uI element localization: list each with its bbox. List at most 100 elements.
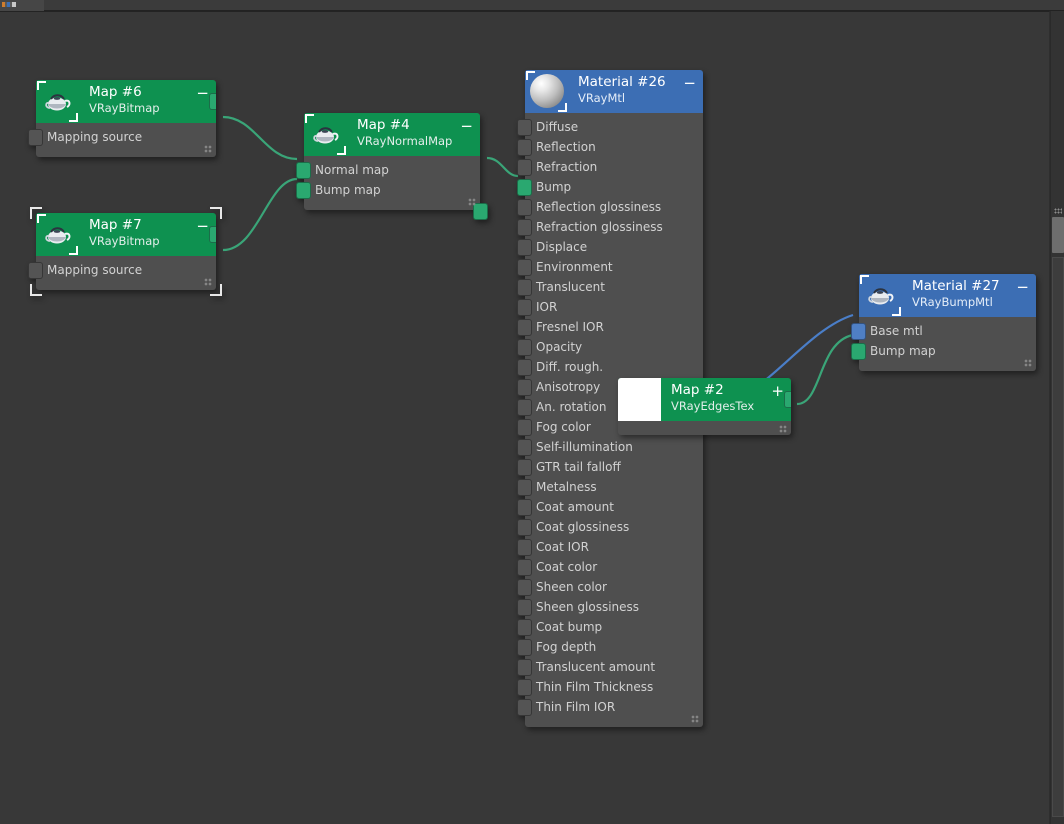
- slot-coat-glossiness[interactable]: Coat glossiness: [517, 517, 703, 537]
- node-map-4[interactable]: Map #4 VRayNormalMap − Normal map Bump m…: [296, 113, 488, 220]
- slot-thin-film-thickness[interactable]: Thin Film Thickness: [517, 677, 703, 697]
- slot-thin-film-ior[interactable]: Thin Film IOR: [517, 697, 703, 717]
- resize-handle[interactable]: [691, 715, 699, 723]
- socket-in[interactable]: [517, 518, 532, 536]
- slot-translucent-amount[interactable]: Translucent amount: [517, 657, 703, 677]
- slot-ior[interactable]: IOR: [517, 297, 703, 317]
- teapot-icon[interactable]: [304, 113, 347, 156]
- teapot-icon[interactable]: [36, 80, 79, 123]
- resize-handle[interactable]: [468, 198, 476, 206]
- slot-self-illumination[interactable]: Self-illumination: [517, 437, 703, 457]
- node-map-6[interactable]: Map #6 VRayBitmap − Mapping source: [28, 80, 216, 157]
- socket-in[interactable]: [517, 458, 532, 476]
- slot-bump-map[interactable]: Bump map: [296, 180, 488, 220]
- slot-refraction[interactable]: Refraction: [517, 157, 703, 177]
- slot-environment[interactable]: Environment: [517, 257, 703, 277]
- socket-out[interactable]: [784, 391, 791, 408]
- vertical-scrollbar[interactable]: [1050, 11, 1064, 824]
- socket-in[interactable]: [517, 638, 532, 656]
- slot-reflection[interactable]: Reflection: [517, 137, 703, 157]
- socket-in[interactable]: [517, 538, 532, 556]
- socket-in-connected[interactable]: [296, 181, 311, 199]
- socket-in[interactable]: [517, 138, 532, 156]
- resize-handle[interactable]: [204, 278, 212, 286]
- socket-in[interactable]: [517, 418, 532, 436]
- node-header[interactable]: Map #4 VRayNormalMap −: [304, 113, 480, 156]
- socket-in[interactable]: [517, 678, 532, 696]
- slot-coat-ior[interactable]: Coat IOR: [517, 537, 703, 557]
- slot-bump[interactable]: Bump: [517, 177, 703, 197]
- white-swatch-icon[interactable]: [618, 378, 661, 421]
- socket-in[interactable]: [517, 118, 532, 136]
- resize-handle[interactable]: [779, 425, 787, 433]
- socket-in[interactable]: [517, 498, 532, 516]
- slot-coat-bump[interactable]: Coat bump: [517, 617, 703, 637]
- socket-in[interactable]: [517, 698, 532, 716]
- socket-in[interactable]: [517, 358, 532, 376]
- socket-in[interactable]: [517, 438, 532, 456]
- teapot-icon[interactable]: [859, 274, 902, 317]
- socket-in[interactable]: [517, 658, 532, 676]
- resize-handle[interactable]: [204, 145, 212, 153]
- slot-coat-amount[interactable]: Coat amount: [517, 497, 703, 517]
- scrollbar-track[interactable]: [1052, 257, 1064, 817]
- socket-in-connected[interactable]: [517, 178, 532, 196]
- node-header[interactable]: Material #27 VRayBumpMtl −: [859, 274, 1036, 317]
- node-header[interactable]: Material #26 VRayMtl −: [525, 70, 703, 113]
- collapse-button[interactable]: −: [458, 113, 480, 156]
- slot-mapping-source[interactable]: Mapping source: [28, 260, 216, 280]
- socket-in[interactable]: [517, 258, 532, 276]
- socket-in[interactable]: [28, 128, 43, 146]
- socket-in[interactable]: [517, 198, 532, 216]
- socket-in[interactable]: [517, 558, 532, 576]
- socket-in[interactable]: [517, 238, 532, 256]
- socket-out[interactable]: [209, 93, 216, 110]
- socket-in[interactable]: [517, 218, 532, 236]
- slot-diffuse[interactable]: Diffuse: [517, 117, 703, 137]
- socket-in[interactable]: [517, 338, 532, 356]
- slot-reflection-glossiness[interactable]: Reflection glossiness: [517, 197, 703, 217]
- slot-fresnel-ior[interactable]: Fresnel IOR: [517, 317, 703, 337]
- toolbar-color-swatches-icon[interactable]: [2, 2, 16, 7]
- socket-in[interactable]: [517, 298, 532, 316]
- slot-base-mtl[interactable]: Base mtl: [851, 321, 1036, 341]
- scrollbar-grip-icon[interactable]: [1054, 208, 1062, 214]
- slot-displace[interactable]: Displace: [517, 237, 703, 257]
- socket-in[interactable]: [517, 318, 532, 336]
- slot-gtr-tail-falloff[interactable]: GTR tail falloff: [517, 457, 703, 477]
- teapot-icon[interactable]: [36, 213, 79, 256]
- socket-in-connected[interactable]: [851, 342, 866, 360]
- socket-out[interactable]: [209, 226, 216, 243]
- collapse-button[interactable]: −: [1014, 274, 1036, 317]
- slot-opacity[interactable]: Opacity: [517, 337, 703, 357]
- node-map-2[interactable]: Map #2 VRayEdgesTex +: [618, 378, 791, 435]
- scrollbar-thumb[interactable]: [1052, 217, 1064, 253]
- slot-refraction-glossiness[interactable]: Refraction glossiness: [517, 217, 703, 237]
- slot-coat-color[interactable]: Coat color: [517, 557, 703, 577]
- slot-mapping-source[interactable]: Mapping source: [28, 127, 216, 147]
- socket-in[interactable]: [517, 158, 532, 176]
- socket-in[interactable]: [517, 578, 532, 596]
- resize-handle[interactable]: [1024, 359, 1032, 367]
- socket-in[interactable]: [28, 261, 43, 279]
- socket-in[interactable]: [517, 398, 532, 416]
- node-material-27[interactable]: Material #27 VRayBumpMtl − Base mtl Bump…: [851, 274, 1036, 371]
- slot-sheen-color[interactable]: Sheen color: [517, 577, 703, 597]
- slot-bump-map[interactable]: Bump map: [851, 341, 1036, 361]
- socket-in-connected[interactable]: [851, 322, 866, 340]
- node-graph-canvas[interactable]: Material #26 VRayMtl − Diffuse Reflectio…: [0, 11, 1050, 824]
- node-map-7[interactable]: Map #7 VRayBitmap − Mapping source: [28, 207, 222, 296]
- node-header[interactable]: Map #7 VRayBitmap −: [36, 213, 216, 256]
- socket-in-connected[interactable]: [296, 161, 311, 179]
- socket-in[interactable]: [517, 618, 532, 636]
- slot-metalness[interactable]: Metalness: [517, 477, 703, 497]
- slot-translucent[interactable]: Translucent: [517, 277, 703, 297]
- sphere-preview-icon[interactable]: [525, 70, 568, 113]
- socket-in[interactable]: [517, 278, 532, 296]
- slot-diff-rough[interactable]: Diff. rough.: [517, 357, 703, 377]
- slot-fog-depth[interactable]: Fog depth: [517, 637, 703, 657]
- socket-in[interactable]: [517, 598, 532, 616]
- collapse-button[interactable]: −: [681, 70, 703, 113]
- socket-in[interactable]: [517, 478, 532, 496]
- node-header[interactable]: Map #6 VRayBitmap −: [36, 80, 216, 123]
